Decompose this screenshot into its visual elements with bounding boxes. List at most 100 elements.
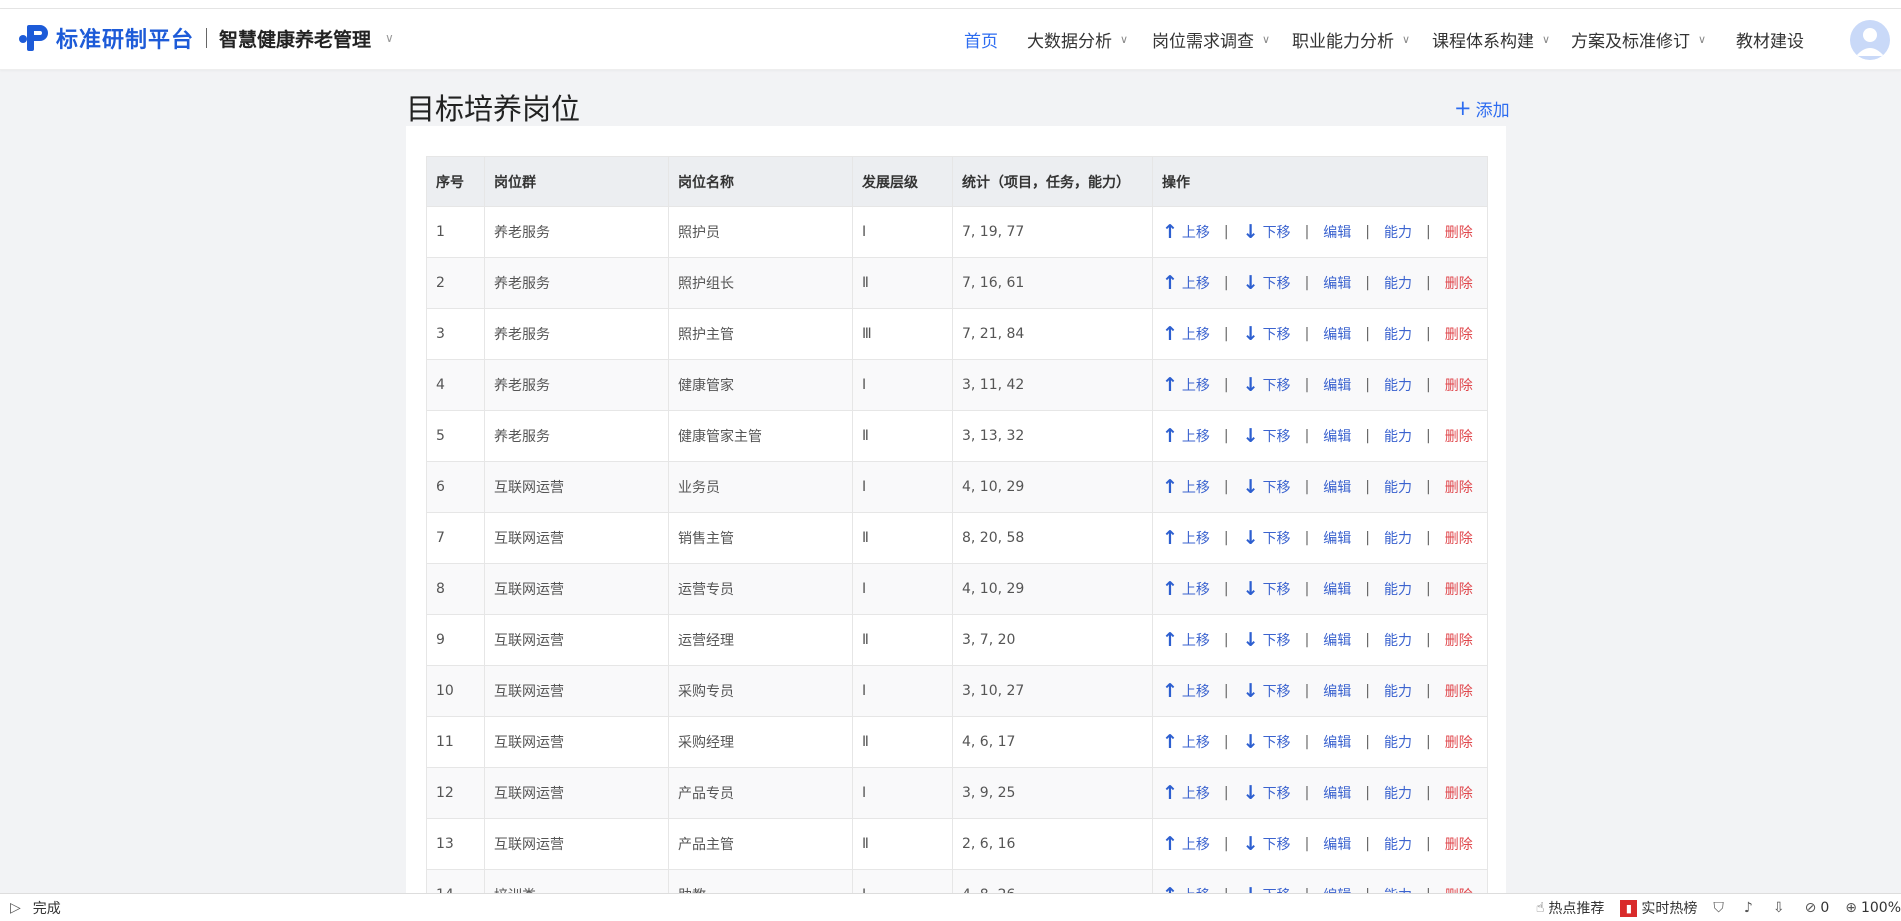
ability-button[interactable]: 能力 <box>1384 426 1412 446</box>
project-selector[interactable]: 智慧健康养老管理 <box>219 25 371 52</box>
nav-item-curriculum[interactable]: 课程体系构建 ∨ <box>1432 27 1550 52</box>
move-up-button[interactable]: ↑上移 <box>1162 375 1210 395</box>
delete-button[interactable]: 删除 <box>1445 681 1473 701</box>
cell-stats: 2, 6, 16 <box>952 818 1153 870</box>
move-up-button[interactable]: ↑上移 <box>1162 783 1210 803</box>
ability-button[interactable]: 能力 <box>1384 732 1412 752</box>
edit-button[interactable]: 编辑 <box>1323 426 1351 446</box>
security-button[interactable]: ⛉ <box>1713 900 1728 916</box>
move-down-button[interactable]: ↓下移 <box>1243 630 1291 650</box>
ability-button[interactable]: 能力 <box>1384 528 1412 548</box>
edit-button[interactable]: 编辑 <box>1323 579 1351 599</box>
move-down-button[interactable]: ↓下移 <box>1243 375 1291 395</box>
delete-button[interactable]: 删除 <box>1445 426 1473 446</box>
sound-button[interactable]: ♪ <box>1744 900 1757 916</box>
move-down-button[interactable]: ↓下移 <box>1243 528 1291 548</box>
nav-item-textbook[interactable]: 教材建设 <box>1736 27 1804 52</box>
delete-button[interactable]: 删除 <box>1445 732 1473 752</box>
move-down-button[interactable]: ↓下移 <box>1243 834 1291 854</box>
move-up-button[interactable]: ↑上移 <box>1162 579 1210 599</box>
chevron-down-icon[interactable]: ∨ <box>385 31 394 45</box>
edit-button[interactable]: 编辑 <box>1323 477 1351 497</box>
move-up-button[interactable]: ↑上移 <box>1162 528 1210 548</box>
move-up-button[interactable]: ↑上移 <box>1162 681 1210 701</box>
adblock-button[interactable]: ⊘ 0 <box>1805 900 1830 916</box>
delete-button[interactable]: 删除 <box>1445 579 1473 599</box>
move-up-button[interactable]: ↑上移 <box>1162 630 1210 650</box>
delete-button[interactable]: 删除 <box>1445 477 1473 497</box>
action-divider: | <box>1304 275 1310 291</box>
move-down-button[interactable]: ↓下移 <box>1243 324 1291 344</box>
move-up-button[interactable]: ↑上移 <box>1162 477 1210 497</box>
delete-button[interactable]: 删除 <box>1445 222 1473 242</box>
zoom-button[interactable]: ⊕ 100% <box>1845 900 1901 916</box>
hot-recommend-button[interactable]: ☝ 热点推荐 <box>1536 898 1605 918</box>
delete-button[interactable]: 删除 <box>1445 375 1473 395</box>
edit-button[interactable]: 编辑 <box>1323 324 1351 344</box>
ability-button[interactable]: 能力 <box>1384 681 1412 701</box>
nav-item-plan-revision[interactable]: 方案及标准修订 ∨ <box>1571 27 1706 52</box>
edit-button[interactable]: 编辑 <box>1323 681 1351 701</box>
move-down-button[interactable]: ↓下移 <box>1243 681 1291 701</box>
move-up-button[interactable]: ↑上移 <box>1162 273 1210 293</box>
nav-item-big-data[interactable]: 大数据分析 ∨ <box>1027 27 1128 52</box>
edit-button[interactable]: 编辑 <box>1323 375 1351 395</box>
move-down-button[interactable]: ↓下移 <box>1243 273 1291 293</box>
cell-group: 养老服务 <box>484 410 669 462</box>
move-up-button[interactable]: ↑上移 <box>1162 324 1210 344</box>
move-down-button[interactable]: ↓下移 <box>1243 732 1291 752</box>
sidebar-toggle-icon[interactable]: ▷ <box>10 900 21 916</box>
move-down-button[interactable]: ↓下移 <box>1243 783 1291 803</box>
download-button[interactable]: ⇩ <box>1773 900 1789 916</box>
delete-button[interactable]: 删除 <box>1445 273 1473 293</box>
ability-button[interactable]: 能力 <box>1384 630 1412 650</box>
action-divider: | <box>1304 428 1310 444</box>
ability-button[interactable]: 能力 <box>1384 222 1412 242</box>
move-up-button[interactable]: ↑上移 <box>1162 426 1210 446</box>
edit-button[interactable]: 编辑 <box>1323 273 1351 293</box>
action-divider: | <box>1365 224 1370 240</box>
move-down-button[interactable]: ↓下移 <box>1243 477 1291 497</box>
table-row: 4 养老服务 健康管家 Ⅰ 3, 11, 42 ↑ 上移 | ↓ 下移 | 编辑 | 能力 | 删除 <box>426 359 1488 411</box>
move-down-button[interactable]: ↓下移 <box>1243 579 1291 599</box>
edit-button[interactable]: 编辑 <box>1323 783 1351 803</box>
delete-button[interactable]: 删除 <box>1445 324 1473 344</box>
cell-actions: ↑上移 | ↓下移 | 编辑 | 能力 | 删除 <box>1152 563 1488 615</box>
delete-button[interactable]: 删除 <box>1445 783 1473 803</box>
zoom-icon: ⊕ <box>1845 900 1857 916</box>
brand-logo[interactable]: 标准研制平台 智慧健康养老管理 ∨ <box>18 22 394 54</box>
ability-button[interactable]: 能力 <box>1384 477 1412 497</box>
nav-item-ability-analysis[interactable]: 职业能力分析 ∨ <box>1292 27 1410 52</box>
move-down-button[interactable]: ↓下移 <box>1243 426 1291 446</box>
action-divider: | <box>1223 377 1229 393</box>
cell-group: 培训类 <box>484 869 669 894</box>
move-up-button[interactable]: ↑上移 <box>1162 222 1210 242</box>
nav-item-home[interactable]: 首页 <box>964 27 998 52</box>
ability-button[interactable]: 能力 <box>1384 579 1412 599</box>
edit-button[interactable]: 编辑 <box>1323 528 1351 548</box>
delete-button[interactable]: 删除 <box>1445 630 1473 650</box>
ability-button[interactable]: 能力 <box>1384 375 1412 395</box>
move-up-button[interactable]: ↑上移 <box>1162 834 1210 854</box>
action-divider: | <box>1223 224 1229 240</box>
add-button[interactable]: + 添加 <box>1454 96 1510 122</box>
delete-button[interactable]: 删除 <box>1445 834 1473 854</box>
nav-item-job-survey[interactable]: 岗位需求调查 ∨ <box>1152 27 1270 52</box>
delete-button[interactable]: 删除 <box>1445 528 1473 548</box>
move-down-button[interactable]: ↓下移 <box>1243 222 1291 242</box>
user-avatar[interactable] <box>1850 20 1890 60</box>
move-up-button[interactable]: ↑上移 <box>1162 732 1210 752</box>
action-divider: | <box>1223 275 1229 291</box>
ability-button[interactable]: 能力 <box>1384 273 1412 293</box>
ability-button[interactable]: 能力 <box>1384 324 1412 344</box>
edit-button[interactable]: 编辑 <box>1323 630 1351 650</box>
ad-block-icon: ⊘ <box>1804 900 1817 916</box>
cell-group: 互联网运营 <box>484 818 669 870</box>
realtime-hot-button[interactable]: ▮ 实时热榜 <box>1620 898 1697 918</box>
ability-button[interactable]: 能力 <box>1384 783 1412 803</box>
edit-button[interactable]: 编辑 <box>1323 834 1351 854</box>
edit-button[interactable]: 编辑 <box>1323 732 1351 752</box>
edit-button[interactable]: 编辑 <box>1323 222 1351 242</box>
ability-button[interactable]: 能力 <box>1384 834 1412 854</box>
table-row: 14培训类助教Ⅰ4, 8, 26↑上移|↓下移|编辑|能力|删除 <box>426 869 1488 894</box>
